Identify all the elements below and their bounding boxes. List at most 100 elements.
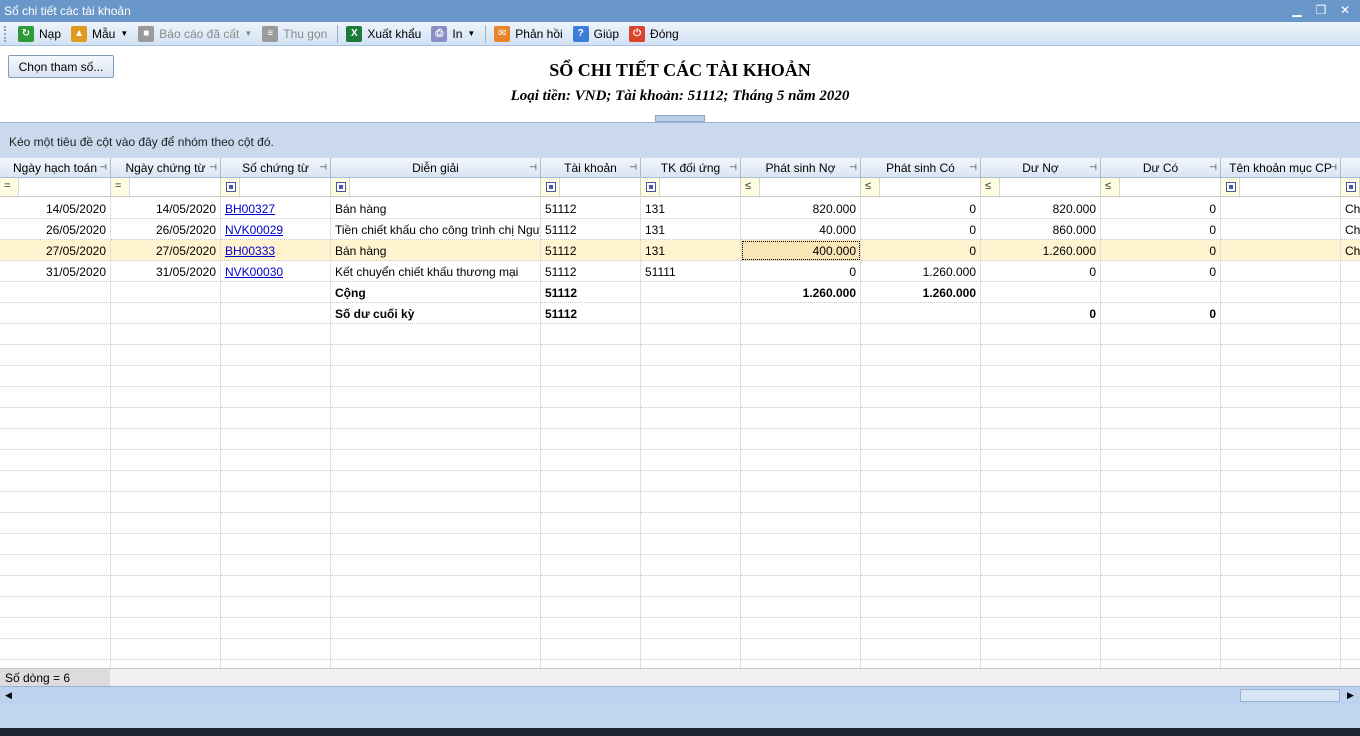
table-cell[interactable] [0, 282, 111, 303]
table-cell[interactable]: Ch [1341, 240, 1360, 261]
toolbar-button-6[interactable]: ✉ Phản hồi [490, 24, 566, 44]
toolbar-button-2[interactable]: ■ Báo cáo đã cất ▼ [134, 24, 256, 44]
column-header-6[interactable]: Phát sinh Nợ ⊣ [741, 158, 861, 178]
toolbar-button-1[interactable]: ▲ Mẫu ▼ [67, 24, 132, 44]
table-cell[interactable] [221, 303, 331, 324]
filter-cell-9[interactable]: ≤ [1101, 178, 1221, 197]
scroll-left-icon[interactable]: ◀ [5, 690, 12, 701]
table-cell[interactable]: 31/05/2020 [111, 261, 221, 282]
column-header-5[interactable]: TK đối ứng ⊣ [641, 158, 741, 178]
table-cell[interactable] [641, 282, 741, 303]
table-cell[interactable] [1341, 282, 1360, 303]
filter-operator-icon[interactable] [336, 182, 346, 192]
pin-icon[interactable]: ⊣ [1329, 162, 1337, 173]
group-panel[interactable]: Kéo một tiêu đề cột vào đây để nhóm theo… [0, 122, 1360, 158]
filter-input[interactable] [239, 178, 330, 196]
table-cell[interactable]: 0 [1101, 219, 1221, 240]
voucher-link[interactable]: BH00333 [225, 244, 275, 258]
table-cell[interactable]: NVK00029 [221, 219, 331, 240]
table-cell[interactable]: 26/05/2020 [0, 219, 111, 240]
toolbar-button-0[interactable]: ↻ Nạp [14, 24, 65, 44]
pin-icon[interactable]: ⊣ [1209, 162, 1217, 173]
pin-icon[interactable]: ⊣ [629, 162, 637, 173]
filter-operator-icon[interactable] [646, 182, 656, 192]
table-cell[interactable]: 1.260.000 [981, 240, 1101, 261]
column-header-2[interactable]: Số chứng từ ⊣ [221, 158, 331, 178]
table-cell[interactable]: 131 [641, 240, 741, 261]
filter-cell-11[interactable] [1341, 178, 1360, 197]
table-cell[interactable] [111, 282, 221, 303]
pin-icon[interactable]: ⊣ [1089, 162, 1097, 173]
filter-operator[interactable]: ≤ [745, 180, 751, 192]
filter-operator-icon[interactable] [546, 182, 556, 192]
table-cell[interactable]: 27/05/2020 [0, 240, 111, 261]
column-header-8[interactable]: Dư Nợ ⊣ [981, 158, 1101, 178]
table-cell[interactable]: 820.000 [981, 198, 1101, 219]
table-cell[interactable]: 14/05/2020 [0, 198, 111, 219]
filter-operator-icon[interactable] [1346, 182, 1356, 192]
scroll-thumb[interactable] [1240, 689, 1340, 702]
column-header-7[interactable]: Phát sinh Có ⊣ [861, 158, 981, 178]
table-cell[interactable] [1221, 219, 1341, 240]
table-cell[interactable]: Tiền chiết khấu cho công trình chị Nguy [331, 219, 541, 240]
table-cell[interactable]: Bán hàng [331, 240, 541, 261]
pin-icon[interactable]: ⊣ [729, 162, 737, 173]
table-cell[interactable] [1341, 261, 1360, 282]
table-row[interactable]: Số dư cuối kỳ 51112 0 0 [0, 303, 1360, 324]
table-cell[interactable]: 51112 [541, 219, 641, 240]
table-cell[interactable]: 1.260.000 [861, 261, 981, 282]
table-cell[interactable] [741, 303, 861, 324]
table-cell[interactable]: 131 [641, 198, 741, 219]
table-cell[interactable]: 0 [981, 261, 1101, 282]
table-cell[interactable] [1221, 261, 1341, 282]
table-cell[interactable] [1341, 303, 1360, 324]
table-cell[interactable]: 51112 [541, 261, 641, 282]
filter-operator-icon[interactable] [1226, 182, 1236, 192]
column-header-1[interactable]: Ngày chứng từ ⊣ [111, 158, 221, 178]
column-header-0[interactable]: Ngày hạch toán ⊣ [0, 158, 111, 178]
toolbar-button-4[interactable]: X Xuất khẩu [342, 24, 425, 44]
table-cell[interactable]: 51112 [541, 240, 641, 261]
table-cell[interactable]: BH00327 [221, 198, 331, 219]
table-cell[interactable] [111, 303, 221, 324]
filter-input[interactable] [999, 178, 1100, 196]
filter-operator[interactable]: = [115, 180, 121, 192]
filter-input[interactable] [1119, 178, 1220, 196]
table-cell[interactable] [641, 303, 741, 324]
table-cell[interactable] [981, 282, 1101, 303]
table-cell[interactable]: Kết chuyển chiết khấu thương mại [331, 261, 541, 282]
voucher-link[interactable]: NVK00029 [225, 223, 283, 237]
table-cell[interactable]: 0 [1101, 198, 1221, 219]
filter-operator[interactable]: ≤ [985, 180, 991, 192]
table-cell[interactable] [221, 282, 331, 303]
chevron-down-icon[interactable]: ▼ [467, 29, 475, 38]
data-grid[interactable]: Ngày hạch toán ⊣ = Ngày chứng từ ⊣ = Số chứng … [0, 158, 1360, 668]
filter-input[interactable] [129, 178, 220, 196]
table-cell[interactable]: 820.000 [741, 198, 861, 219]
column-header-10[interactable]: Tên khoản mục CP ⊣ [1221, 158, 1341, 178]
table-cell[interactable] [1221, 303, 1341, 324]
column-header-11[interactable] [1341, 158, 1360, 178]
table-cell[interactable] [1101, 282, 1221, 303]
table-cell[interactable]: 27/05/2020 [111, 240, 221, 261]
pin-icon[interactable]: ⊣ [849, 162, 857, 173]
filter-operator[interactable]: ≤ [1105, 180, 1111, 192]
column-header-9[interactable]: Dư Có ⊣ [1101, 158, 1221, 178]
table-cell[interactable]: 40.000 [741, 219, 861, 240]
table-row[interactable]: 14/05/2020 14/05/2020 BH00327 Bán hàng 51112… [0, 198, 1360, 219]
filter-operator-icon[interactable] [226, 182, 236, 192]
pin-icon[interactable]: ⊣ [319, 162, 327, 173]
table-cell[interactable]: 0 [741, 261, 861, 282]
table-cell[interactable]: NVK00030 [221, 261, 331, 282]
table-row[interactable]: Cộng 51112 1.260.000 1.260.000 [0, 282, 1360, 303]
table-cell[interactable]: Bán hàng [331, 198, 541, 219]
table-cell[interactable] [1221, 240, 1341, 261]
filter-cell-7[interactable]: ≤ [861, 178, 981, 197]
table-cell[interactable]: 51112 [541, 282, 641, 303]
table-cell[interactable]: 31/05/2020 [0, 261, 111, 282]
filter-operator[interactable]: = [4, 180, 10, 192]
pin-icon[interactable]: ⊣ [969, 162, 977, 173]
table-cell[interactable]: BH00333 [221, 240, 331, 261]
filter-cell-8[interactable]: ≤ [981, 178, 1101, 197]
filter-input[interactable] [759, 178, 860, 196]
